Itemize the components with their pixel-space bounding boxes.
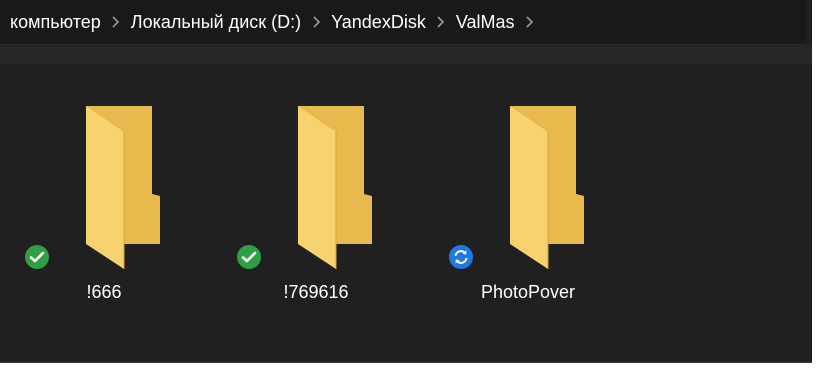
chevron-right-icon[interactable] — [105, 11, 127, 33]
folder-item[interactable]: !666 — [24, 94, 184, 314]
green-check-icon — [25, 245, 49, 269]
file-view: !666 !769616 PhotoPover — [0, 64, 812, 362]
breadcrumb-item-local-disk[interactable]: Локальный диск (D:) — [127, 8, 305, 37]
folder-icon — [298, 106, 372, 269]
address-bar[interactable]: компьютер Локальный диск (D:) YandexDisk… — [0, 0, 806, 45]
explorer-window: компьютер Локальный диск (D:) YandexDisk… — [0, 0, 812, 363]
sync-arrows-icon — [449, 245, 473, 269]
breadcrumb-item-valmas[interactable]: ValMas — [452, 8, 519, 37]
folder-name: !769616 — [283, 282, 349, 302]
folder-icon — [510, 106, 584, 269]
folder-name: !666 — [86, 282, 122, 302]
folder-icon — [86, 106, 160, 269]
header-strip — [0, 46, 812, 64]
chevron-right-icon[interactable] — [430, 11, 452, 33]
folder-item[interactable]: PhotoPover — [448, 94, 608, 314]
chevron-right-icon[interactable] — [305, 11, 327, 33]
folder-item[interactable]: !769616 — [236, 94, 396, 314]
folder-name: PhotoPover — [480, 282, 576, 302]
breadcrumb-item-yandexdisk[interactable]: YandexDisk — [327, 8, 430, 37]
green-check-icon — [237, 245, 261, 269]
breadcrumb-item-computer[interactable]: компьютер — [6, 8, 105, 37]
chevron-right-icon[interactable] — [519, 11, 541, 33]
